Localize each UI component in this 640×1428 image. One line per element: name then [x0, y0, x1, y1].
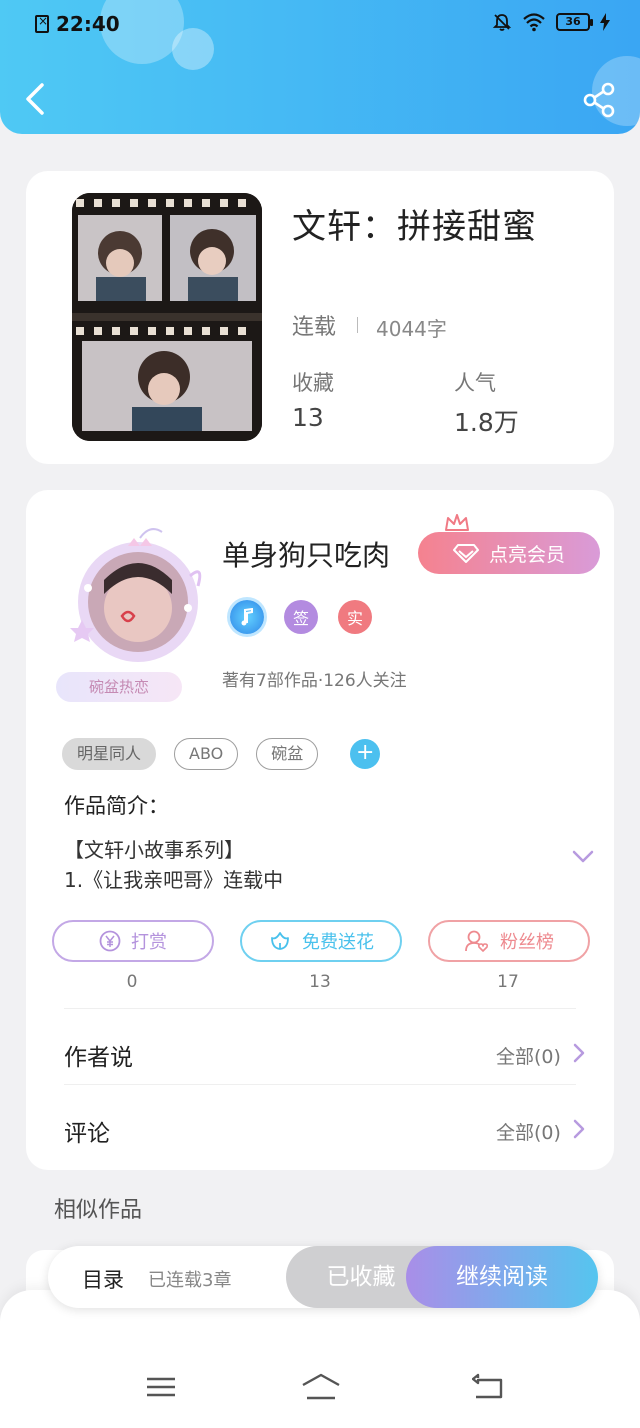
flower-icon	[271, 932, 289, 950]
back-nav-icon[interactable]	[472, 1372, 506, 1402]
flower-count: 13	[309, 972, 331, 992]
comments-all[interactable]: 全部(0)	[496, 1118, 561, 1145]
fans-icon	[465, 930, 489, 952]
popularity-value: 1.8万	[454, 408, 519, 437]
book-info-card: 文轩：拼接甜蜜 连载 4044字 收藏 13 人气 1.8万	[26, 171, 614, 464]
music-icon[interactable]	[230, 600, 264, 634]
divider	[64, 1008, 576, 1009]
decor-bubble	[172, 28, 214, 70]
chevron-down-icon[interactable]	[572, 850, 594, 864]
send-flower-button[interactable]: 免费送花	[240, 920, 402, 962]
reward-label: 打赏	[131, 932, 167, 953]
share-icon[interactable]	[580, 80, 620, 120]
music-note-glyph	[241, 608, 253, 626]
fans-ranking-label: 粉丝榜	[500, 932, 554, 953]
continue-reading-button[interactable]: 继续阅读	[406, 1246, 598, 1308]
add-tag-button[interactable]: +	[350, 739, 381, 769]
author-notes-title[interactable]: 作者说	[64, 1038, 133, 1072]
intro-line: 1.《让我亲吧哥》连载中	[64, 868, 284, 892]
battery-indicator: 36	[556, 13, 593, 31]
sim-status-icon	[35, 14, 49, 33]
menu-icon[interactable]	[144, 1372, 178, 1402]
tag-item[interactable]: 碗盆	[256, 738, 319, 770]
collected-label: 已收藏	[326, 1264, 396, 1290]
system-nav-bar	[0, 1290, 640, 1428]
status-time: 22:40	[56, 12, 120, 36]
chapter-count: 已连载3章	[148, 1270, 232, 1291]
wifi-icon	[523, 13, 545, 32]
header: 22:40 36	[0, 0, 640, 134]
reward-button[interactable]: 打赏	[52, 920, 214, 962]
crown-icon	[445, 514, 469, 531]
chevron-right-icon[interactable]	[572, 1042, 586, 1064]
back-arrow-icon[interactable]	[20, 80, 52, 118]
bell-off-icon	[492, 14, 512, 31]
author-stats: 著有7部作品·126人关注	[222, 671, 407, 691]
favorites-value: 13	[292, 403, 324, 432]
activate-vip-button[interactable]: 点亮会员	[418, 532, 600, 574]
divider	[64, 1084, 576, 1085]
tag-item[interactable]: ABO	[174, 738, 239, 770]
reading-action-bar: 目录 已连载3章 已收藏 继续阅读	[48, 1246, 598, 1308]
word-count: 4044字	[376, 317, 447, 341]
author-avatar[interactable]	[58, 516, 218, 676]
reward-count: 0	[126, 972, 138, 992]
sign-badge[interactable]: 签	[284, 600, 318, 634]
book-cover-image[interactable]	[72, 193, 262, 441]
favorites-label: 收藏	[292, 371, 334, 395]
book-status: 连载	[292, 315, 337, 340]
intro-title: 作品简介：	[64, 794, 169, 818]
divider	[357, 317, 358, 333]
home-icon[interactable]	[300, 1372, 342, 1402]
author-name[interactable]: 单身狗只吃肉	[222, 534, 390, 574]
comments-title[interactable]: 评论	[64, 1114, 110, 1148]
chevron-right-icon[interactable]	[572, 1118, 586, 1140]
author-badges: 签 实	[230, 600, 372, 634]
real-badge[interactable]: 实	[338, 600, 372, 634]
author-notes-all[interactable]: 全部(0)	[496, 1042, 561, 1069]
yen-icon	[99, 930, 121, 952]
send-flower-label: 免费送花	[302, 932, 374, 953]
tag-item[interactable]: 明星同人	[62, 738, 157, 770]
tag-list: 明星同人 ABO 碗盆 +	[62, 738, 381, 770]
charging-icon	[600, 13, 610, 31]
table-of-contents-button[interactable]: 目录	[82, 1264, 124, 1294]
author-card: 碗盆热恋 单身狗只吃肉 点亮会员 签 实 著有7部作品·126人关注 明星同人 …	[26, 490, 614, 1170]
avatar-badge: 碗盆热恋	[56, 672, 182, 702]
vip-button-label: 点亮会员	[488, 543, 565, 566]
diamond-icon	[452, 544, 479, 563]
popularity-label: 人气	[454, 371, 496, 395]
fans-ranking-button[interactable]: 粉丝榜	[428, 920, 590, 962]
status-icons: 36	[492, 12, 610, 32]
similar-works-title: 相似作品	[54, 1198, 143, 1223]
fans-count: 17	[497, 972, 519, 992]
intro-line: 【文轩小故事系列】	[64, 838, 244, 862]
cover-photo-strip	[72, 193, 262, 441]
book-title: 文轩：拼接甜蜜	[292, 207, 537, 247]
